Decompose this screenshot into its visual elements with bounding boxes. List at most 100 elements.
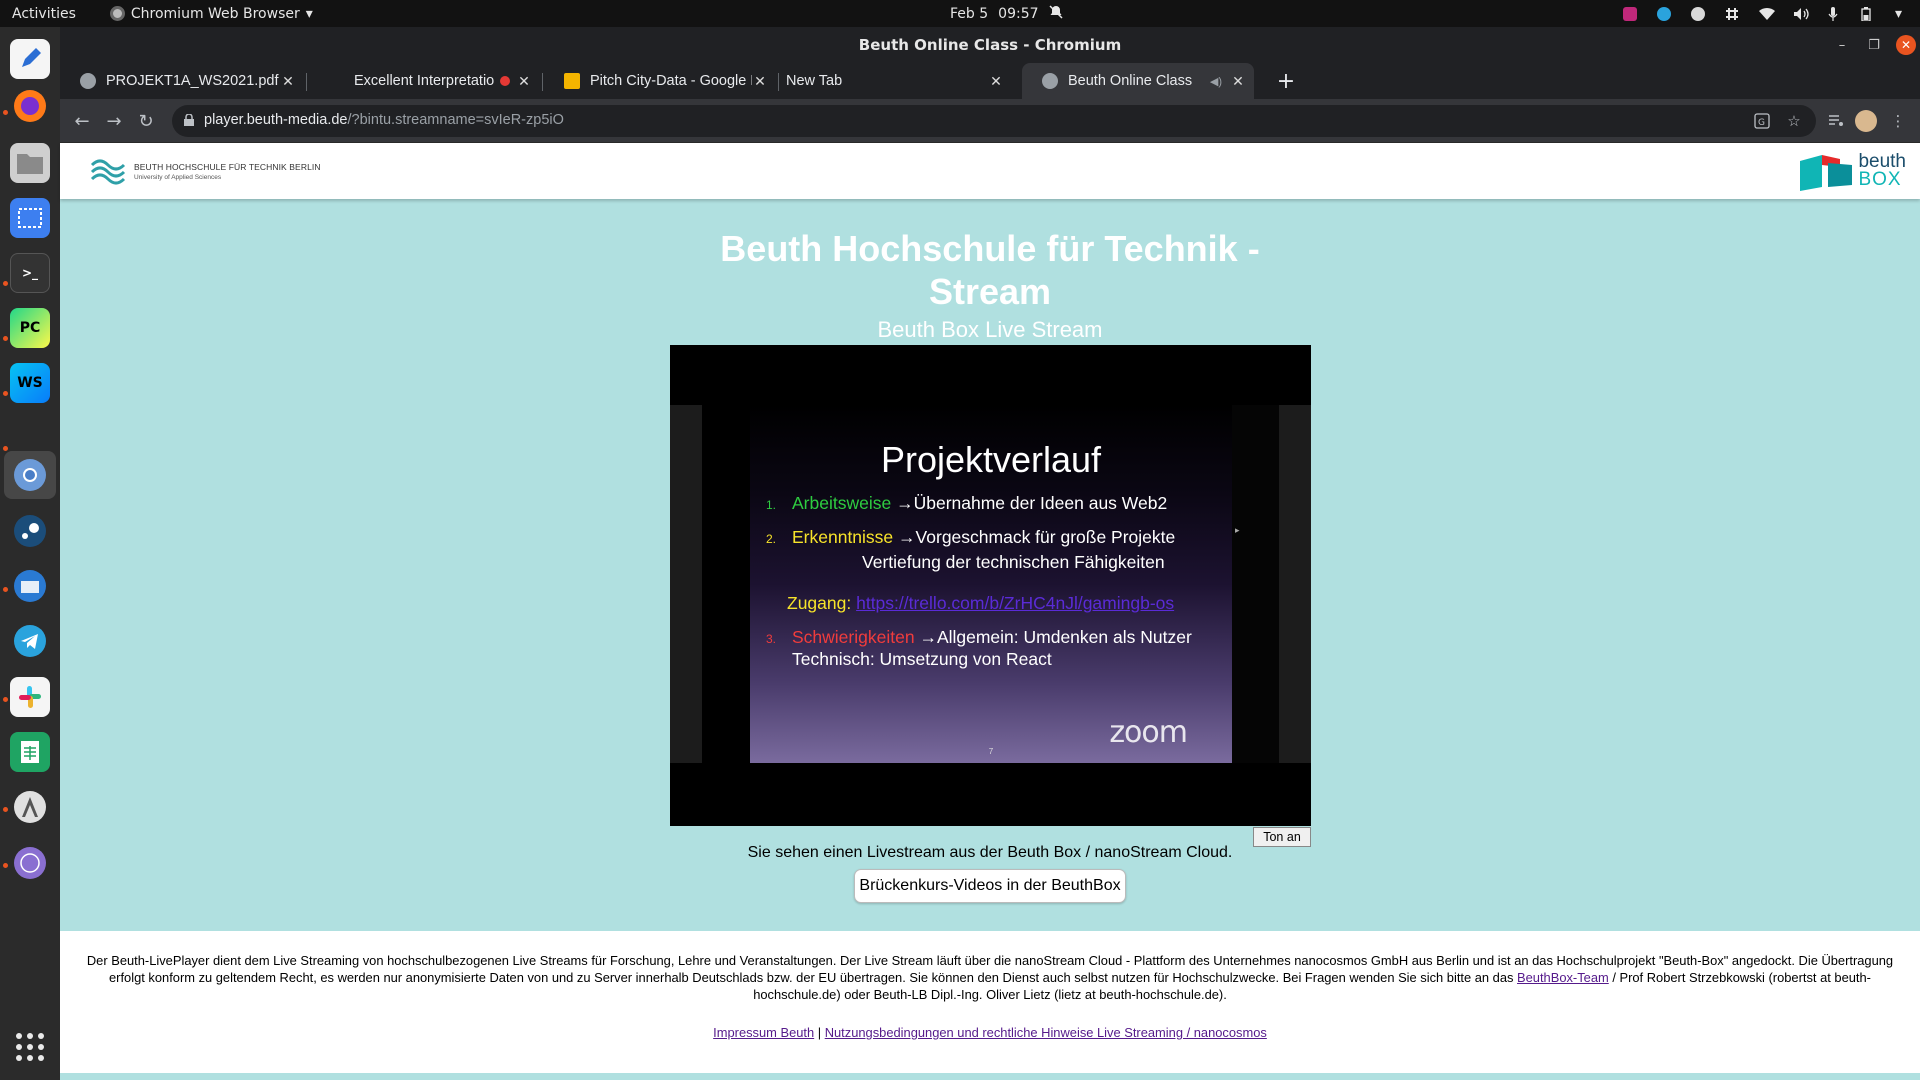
new-tab-button[interactable]: + [1274,69,1298,94]
more-menu-icon[interactable]: ⋮ [1888,111,1908,131]
web-page: BEUTH HOCHSCHULE FÜR TECHNIK BERLIN Univ… [60,143,1920,1080]
running-indicator [3,446,8,451]
terminal-icon[interactable]: >_ [10,253,50,293]
clock-time: 09:57 [998,5,1039,22]
bookmark-star-icon[interactable]: ☆ [1784,111,1804,131]
tab-label: Pitch City-Data - Google P [590,73,752,89]
slide-item-text: →Vorgeschmack für große Projekte [898,527,1176,547]
site-footer: Der Beuth-LivePlayer dient dem Live Stre… [60,931,1920,1073]
tab-projekt-pdf[interactable]: PROJEKT1A_WS2021.pdf ✕ [60,63,304,99]
chromium-dock-icon[interactable] [10,455,50,495]
slide-item-number: 1. [766,498,777,512]
beuth-box-logo[interactable]: beuth BOX [1798,151,1906,191]
tab-excellent-interpretation[interactable]: Excellent Interpretatio ✕ [308,63,540,99]
steam-icon[interactable] [10,511,50,551]
activities-button[interactable]: Activities [12,6,76,22]
window-title: Beuth Online Class - Chromium [858,36,1122,54]
tab-separator [542,73,543,91]
slide-item-2-line2: Vertiefung der technischen Fähigkeiten [862,552,1165,572]
livestream-note: Sie sehen einen Livestream aus der Beuth… [747,844,1233,861]
extension-tray-icon[interactable] [1622,6,1637,21]
tor-browser-icon[interactable] [10,843,50,883]
pycharm-label: PC [19,320,41,336]
window-titlebar[interactable]: Beuth Online Class - Chromium – ❐ ✕ [60,27,1920,63]
telegram-icon[interactable] [10,621,50,661]
close-tab-icon[interactable]: ✕ [280,73,296,90]
slide-item-3-line2: Technisch: Umsetzung von React [792,649,1052,669]
close-tab-icon[interactable]: ✕ [988,73,1004,90]
translate-icon[interactable]: G [1752,111,1772,131]
slack-tray-icon[interactable] [1725,7,1739,21]
spreadsheet-icon[interactable] [10,732,50,772]
slide-item-text: →Allgemein: Umdenken als Nutzer [919,627,1192,647]
reload-icon[interactable]: ↻ [134,109,158,133]
webstorm-icon[interactable]: WS [10,363,50,403]
running-indicator [3,587,8,592]
volume-icon[interactable] [1793,7,1809,21]
letterbox-left [670,405,702,763]
screenshot-icon[interactable] [10,198,50,238]
bht-logo-line2: University of Applied Sciences [134,173,222,181]
footer-link-separator: | [814,1025,825,1040]
dock: >_ PC WS [0,27,60,1080]
close-tab-icon[interactable]: ✕ [516,73,532,90]
clock[interactable]: Feb 5 09:57 [950,0,1063,27]
tab-pitch-city-data[interactable]: Pitch City-Data - Google P ✕ [544,63,776,99]
battery-icon[interactable] [1861,6,1875,22]
maximize-icon[interactable]: ❐ [1864,35,1884,55]
url-host: player.beuth-media.de [204,112,348,128]
app-menu[interactable]: Chromium Web Browser ▾ [109,5,313,22]
globe-icon [80,73,96,89]
media-controls-icon[interactable] [1826,111,1846,131]
beuthbox-team-link[interactable]: BeuthBox-Team [1517,970,1609,985]
footer-links: Impressum Beuth | Nutzungsbedingungen un… [60,1025,1920,1040]
close-tab-icon[interactable]: ✕ [752,73,768,90]
telegram-tray-icon[interactable] [1656,6,1671,21]
tab-new-tab[interactable]: New Tab ✕ [780,63,1012,99]
url-path: /?bintu.streamname=svIeR-zp5iO [347,112,564,128]
slide-title: Projektverlauf [880,439,1102,480]
show-applications-icon[interactable] [10,1027,50,1067]
running-indicator [3,336,8,341]
files-icon[interactable] [10,143,50,183]
bridge-course-videos-button[interactable]: Brückenkurs-Videos in der BeuthBox [854,869,1126,903]
profile-avatar-icon[interactable] [1855,110,1877,132]
globe-icon [1042,73,1058,89]
forward-icon[interactable]: → [102,109,126,133]
url-text[interactable]: player.beuth-media.de/?bintu.streamname=… [204,112,564,128]
muted-audio-icon[interactable]: ◀) [1210,75,1222,88]
tab-strip: PROJEKT1A_WS2021.pdf ✕ Excellent Interpr… [60,63,1920,99]
app-menu-label: Chromium Web Browser [130,5,300,22]
firefox-icon[interactable] [10,86,50,126]
software-updater-icon[interactable] [10,787,50,827]
close-window-icon[interactable]: ✕ [1896,35,1916,55]
steam-tray-icon[interactable] [1690,6,1705,21]
slide-item-2: 2. Erkenntnisse →Vorgeschmack für große P… [766,527,1175,548]
system-menu-chevron-icon[interactable]: ▾ [1895,6,1902,22]
wifi-icon[interactable] [1758,7,1775,21]
video-player[interactable]: Projektverlauf 1. Arbeitsweise →Übernahme… [670,345,1311,826]
terms-link[interactable]: Nutzungsbedingungen und rechtliche Hinwe… [825,1025,1267,1040]
webstorm-label: WS [17,375,43,391]
close-tab-icon[interactable]: ✕ [1230,73,1246,90]
thunderbird-icon[interactable] [10,566,50,606]
slack-icon[interactable] [10,677,50,717]
pycharm-icon[interactable]: PC [10,308,50,348]
page-subtitle: Beuth Box Live Stream [877,317,1103,342]
tab-beuth-online-class[interactable]: Beuth Online Class ◀) ✕ [1022,63,1254,99]
impressum-link[interactable]: Impressum Beuth [713,1025,814,1040]
back-icon[interactable]: ← [70,109,94,133]
chromium-icon [109,6,125,21]
running-indicator [3,807,8,812]
minimize-icon[interactable]: – [1832,35,1852,55]
slide-item-3: 3. Schwierigkeiten →Allgemein: Umdenken a… [766,627,1192,648]
zoom-watermark: zoom [1109,715,1188,750]
text-editor-icon[interactable] [10,39,50,79]
lock-icon[interactable] [184,113,194,126]
system-top-bar: Activities Chromium Web Browser ▾ Feb 5 … [0,0,1920,27]
beuth-box-logo-line2: BOX [1858,169,1902,190]
page-title: Beuth Hochschule für Technik - Stream [720,228,1260,312]
bht-logo[interactable]: BEUTH HOCHSCHULE FÜR TECHNIK BERLIN Univ… [90,157,321,185]
address-bar[interactable]: player.beuth-media.de/?bintu.streamname=… [172,105,1816,137]
microphone-icon[interactable] [1827,6,1841,21]
